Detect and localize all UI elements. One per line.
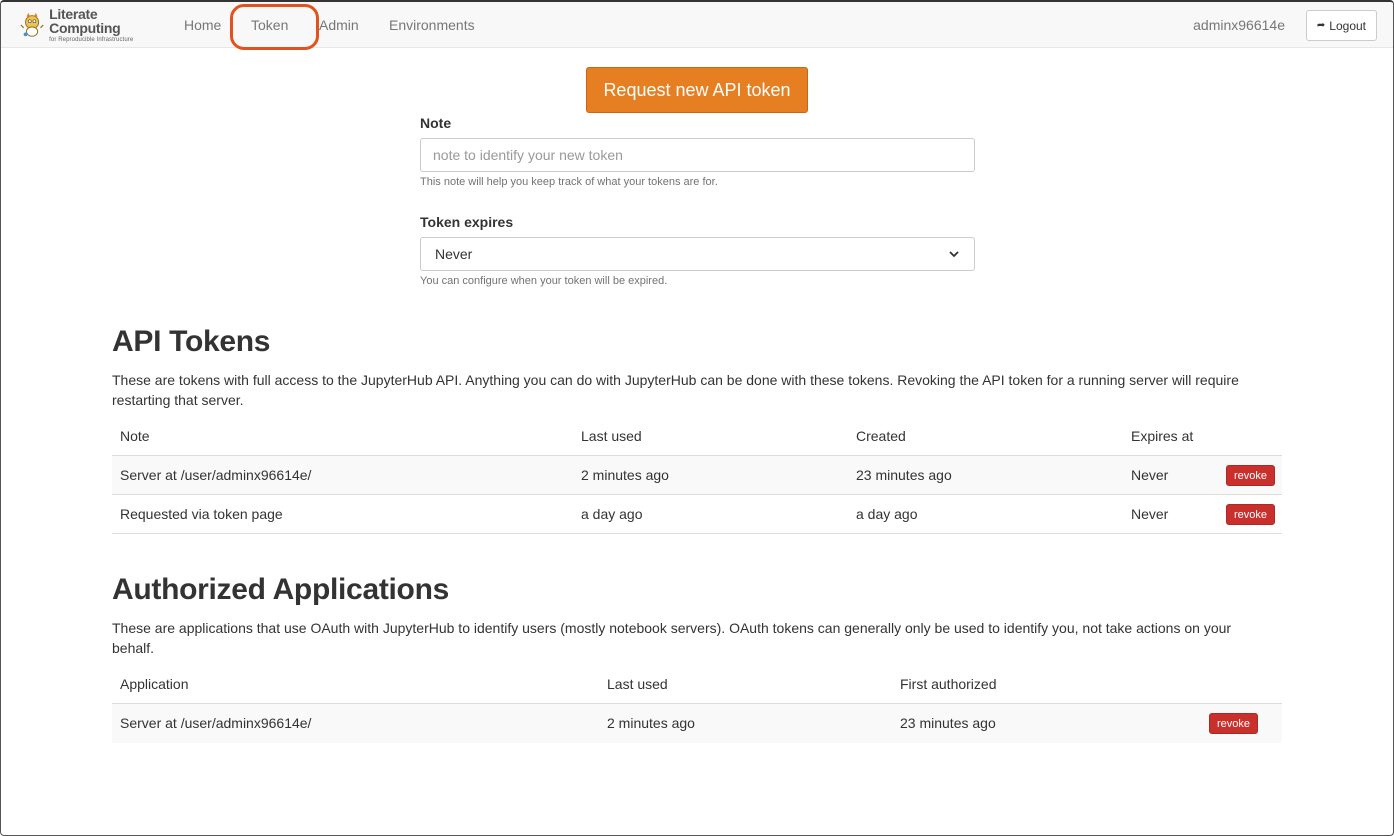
column-header: First authorized	[900, 676, 997, 692]
navbar: Literate Computing for Reproducible Infr…	[1, 2, 1393, 50]
token-created: 23 minutes ago	[856, 467, 952, 483]
request-new-token-button[interactable]: Request new API token	[586, 67, 808, 113]
token-last-used: 2 minutes ago	[581, 467, 669, 483]
revoke-button[interactable]: revoke	[1209, 713, 1259, 734]
user-name: adminx96614e	[1193, 17, 1285, 33]
logout-label: Logout	[1329, 18, 1366, 33]
table-row: Server at /user/adminx96614e/ 2 minutes …	[112, 704, 1282, 743]
api-tokens-heading: API Tokens	[112, 325, 271, 358]
table-row: Requested via token page a day ago a day…	[112, 495, 1282, 534]
table-header: Note Last used Created Expires at	[112, 418, 1282, 456]
note-help-text: This note will help you keep track of wh…	[420, 176, 718, 188]
note-label: Note	[420, 115, 452, 131]
column-header: Last used	[607, 676, 668, 692]
app-last-used: 2 minutes ago	[607, 715, 695, 731]
token-note: Server at /user/adminx96614e/	[120, 467, 312, 483]
token-highlight-annotation	[230, 4, 319, 50]
api-tokens-table: Note Last used Created Expires at Server…	[112, 418, 1282, 534]
column-header: Note	[120, 428, 150, 444]
brand-title: Literate Computing	[49, 6, 121, 36]
authorized-apps-description: These are applications that use OAuth wi…	[112, 620, 1232, 656]
app-name: Server at /user/adminx96614e/	[120, 715, 312, 731]
logout-button[interactable]: ➦ Logout	[1305, 10, 1377, 41]
sign-out-icon: ➦	[1316, 20, 1326, 31]
column-header: Last used	[581, 428, 642, 444]
authorized-apps-heading: Authorized Applications	[112, 573, 449, 606]
expires-help-text: You can configure when your token will b…	[420, 275, 668, 287]
browser-page: Literate Computing for Reproducible Infr…	[0, 0, 1394, 836]
expires-label: Token expires	[420, 214, 514, 230]
brand-subtitle: for Reproducible Infrastructure	[49, 37, 134, 43]
expires-selected-value: Never	[435, 246, 473, 262]
revoke-button[interactable]: revoke	[1226, 504, 1276, 525]
column-header: Created	[856, 428, 906, 444]
column-header: Expires at	[1131, 428, 1194, 444]
column-header: Application	[120, 676, 189, 692]
nav-home[interactable]: Home	[184, 17, 221, 33]
revoke-button[interactable]: revoke	[1226, 465, 1276, 486]
token-expires-at: Never	[1131, 506, 1169, 522]
nav-admin[interactable]: Admin	[319, 17, 359, 33]
table-row: Server at /user/adminx96614e/ 2 minutes …	[112, 456, 1282, 495]
note-input[interactable]	[420, 138, 975, 172]
token-created: a day ago	[856, 506, 918, 522]
token-expires-at: Never	[1131, 467, 1169, 483]
mascot-logo-icon	[20, 12, 44, 37]
token-last-used: a day ago	[581, 506, 643, 522]
brand-logo[interactable]: Literate Computing for Reproducible Infr…	[19, 6, 164, 43]
authorized-apps-table: Application Last used First authorized S…	[112, 666, 1282, 743]
nav-environments[interactable]: Environments	[389, 17, 475, 33]
expires-select[interactable]: Never	[420, 237, 975, 271]
chevron-down-icon	[949, 251, 959, 258]
table-header: Application Last used First authorized	[112, 666, 1282, 704]
api-tokens-description: These are tokens with full access to the…	[112, 372, 1239, 408]
token-note: Requested via token page	[120, 506, 283, 522]
app-first-authorized: 23 minutes ago	[900, 715, 996, 731]
